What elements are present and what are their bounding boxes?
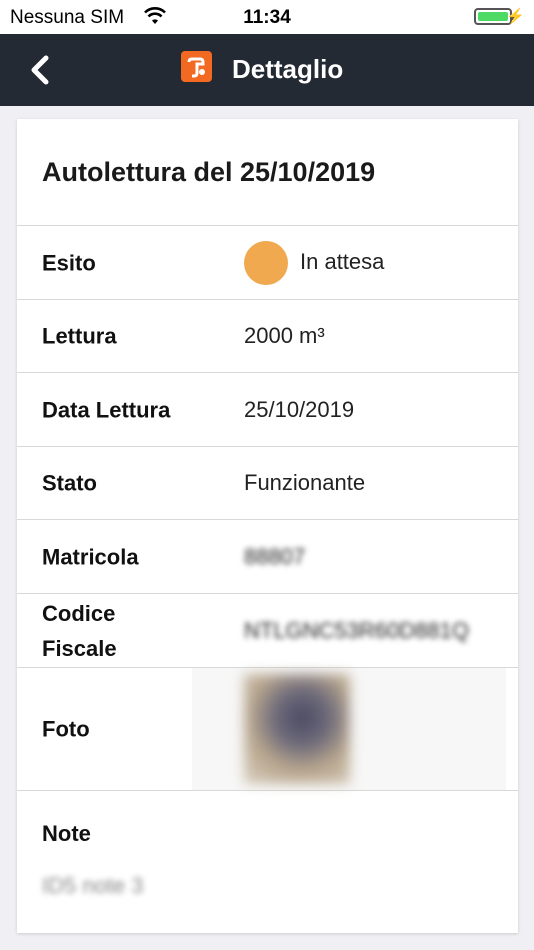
codice-fiscale-label-line2: Fiscale xyxy=(42,635,117,661)
back-button[interactable] xyxy=(24,52,60,88)
matricola-value: 88807 xyxy=(244,543,306,569)
codice-fiscale-value: NTLGNC53R60D881Q xyxy=(244,617,469,643)
page-title: Dettaglio xyxy=(232,54,344,84)
app-logo-icon xyxy=(181,51,212,82)
foto-label: Foto xyxy=(42,716,90,742)
status-bar: Nessuna SIM 11:34 ⚡ xyxy=(0,0,534,34)
chevron-left-icon xyxy=(31,55,49,85)
detail-card: Autolettura del 25/10/2019 Esito In atte… xyxy=(17,119,518,933)
esito-value: In attesa xyxy=(244,240,385,285)
row-data-lettura: Data Lettura 25/10/2019 xyxy=(17,373,518,447)
row-stato: Stato Funzionante xyxy=(17,447,518,520)
data-lettura-label: Data Lettura xyxy=(42,397,171,422)
matricola-label: Matricola xyxy=(42,544,139,569)
card-title: Autolettura del 25/10/2019 xyxy=(17,119,518,226)
note-label: Note xyxy=(42,821,91,846)
status-dot-icon xyxy=(244,240,288,285)
navigation-bar: Dettaglio xyxy=(0,34,534,106)
lettura-label: Lettura xyxy=(42,323,117,349)
note-value: ID5 note 3 xyxy=(42,873,144,898)
esito-text: In attesa xyxy=(300,248,385,274)
row-note: Note ID5 note 3 xyxy=(17,791,518,933)
photo-thumbnail[interactable] xyxy=(244,674,350,784)
esito-label: Esito xyxy=(42,250,96,275)
row-lettura: Lettura 2000 m³ xyxy=(17,300,518,373)
stato-label: Stato xyxy=(42,470,97,496)
row-esito: Esito In attesa xyxy=(17,226,518,300)
codice-fiscale-label: Codice Fiscale xyxy=(42,596,117,666)
row-matricola: Matricola 88807 xyxy=(17,520,518,594)
clock-time: 11:34 xyxy=(243,7,291,28)
photo-container xyxy=(192,668,506,790)
charging-bolt-icon: ⚡ xyxy=(506,8,525,25)
data-lettura-value: 25/10/2019 xyxy=(244,396,355,422)
stato-value: Funzionante xyxy=(244,470,366,495)
row-codice-fiscale: Codice Fiscale NTLGNC53R60D881Q xyxy=(17,594,518,668)
lettura-value: 2000 m³ xyxy=(244,323,325,348)
codice-fiscale-label-line1: Codice xyxy=(42,600,116,626)
row-foto: Foto xyxy=(17,668,518,791)
